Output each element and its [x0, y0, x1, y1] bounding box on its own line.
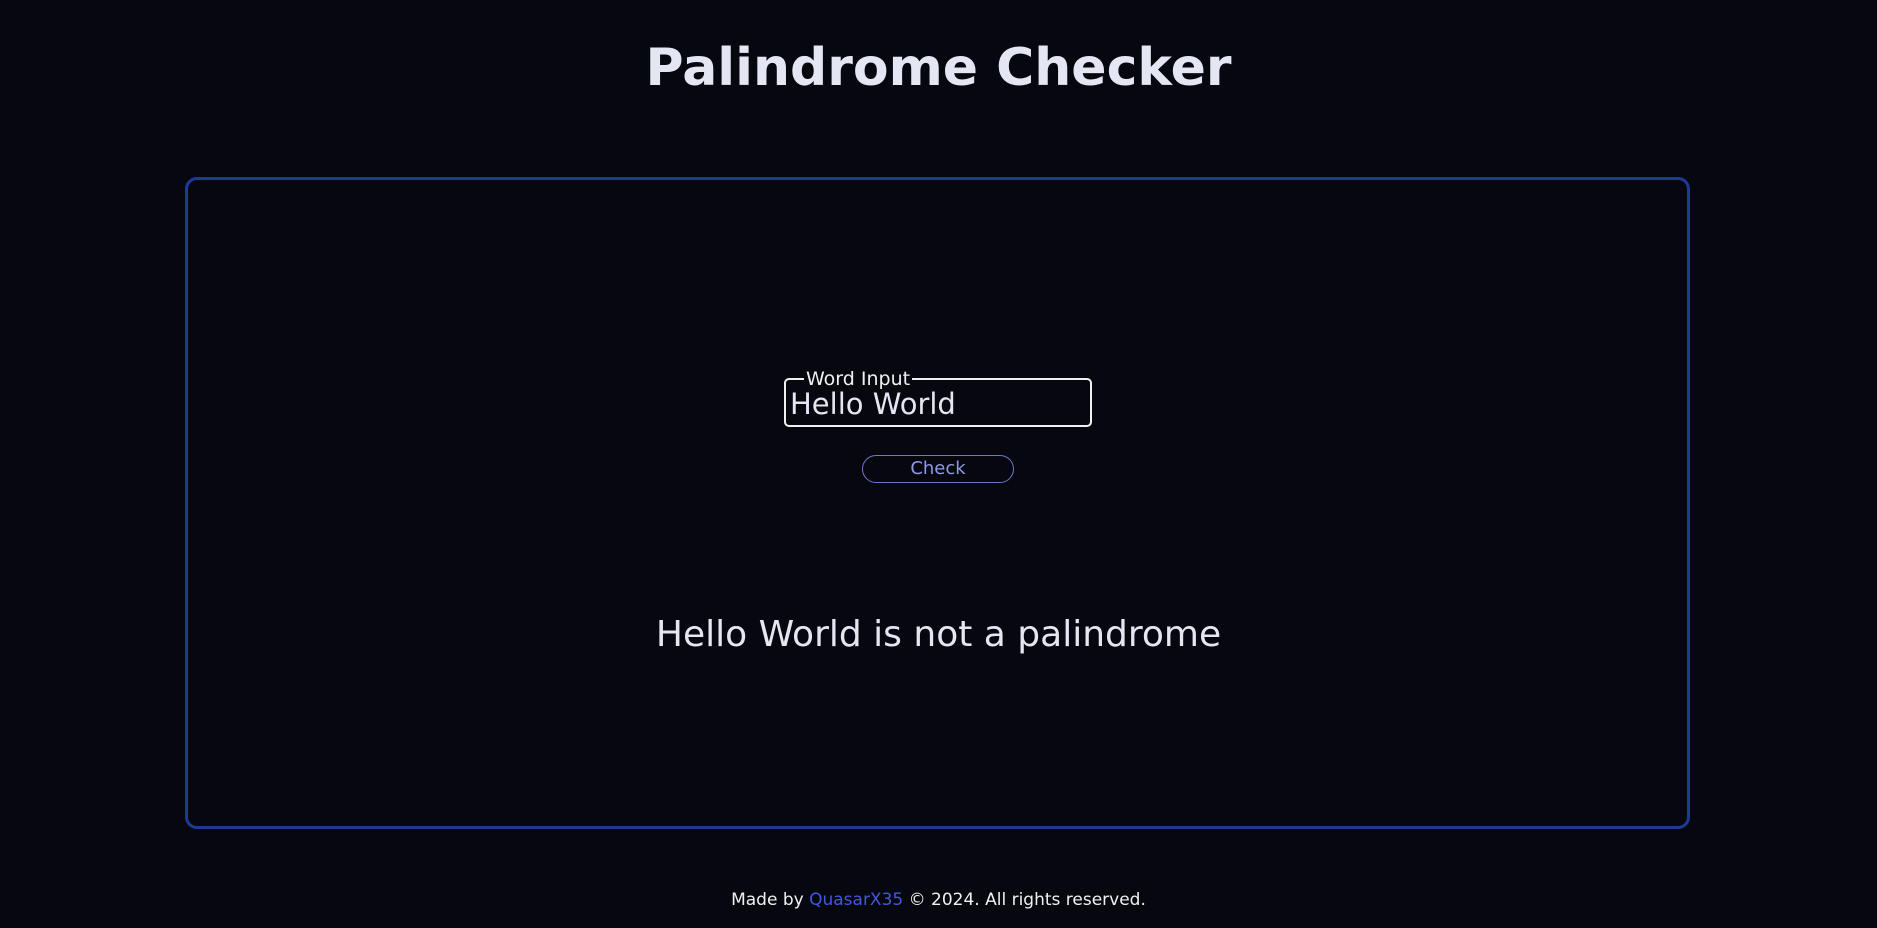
page: Palindrome Checker Word Input Check Hell…	[0, 0, 1877, 928]
word-input-fieldset: Word Input	[784, 369, 1092, 427]
checker-card	[185, 177, 1690, 829]
footer: Made by QuasarX35 © 2024. All rights res…	[0, 888, 1877, 912]
page-title: Palindrome Checker	[645, 38, 1232, 98]
check-button[interactable]: Check	[862, 455, 1014, 483]
author-link[interactable]: QuasarX35	[809, 890, 903, 910]
word-input[interactable]	[790, 385, 1086, 423]
footer-rights: © 2024. All rights reserved.	[908, 890, 1146, 910]
footer-made-by: Made by	[731, 890, 804, 910]
result-text: Hello World is not a palindrome	[655, 614, 1222, 655]
